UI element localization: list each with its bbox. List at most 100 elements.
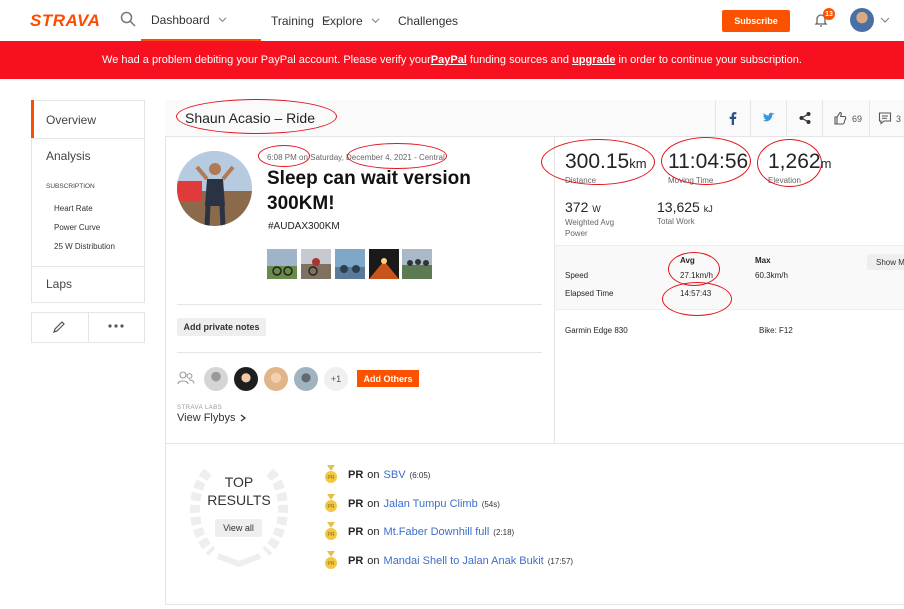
pr-on-text: on [367,498,380,510]
view-flybys-label: View Flybys [177,412,236,424]
more-options-icon[interactable] [107,322,125,330]
nav-challenges[interactable]: Challenges [398,0,458,41]
svg-text:PR: PR [328,561,335,567]
kudos-count[interactable]: 69 [852,114,862,124]
comment-count[interactable]: 3 [896,114,901,124]
twitter-icon[interactable] [762,111,776,125]
group-member-avatar[interactable] [234,367,258,391]
distance-label: Distance [565,176,597,185]
results-label: RESULTS [207,492,271,508]
chevron-down-icon [371,18,380,24]
pr-result-row: PR PR on Jalan Tumpu Climb (54s) [324,494,500,514]
sidebar-item-heart-rate[interactable]: Heart Rate [54,204,93,213]
chevron-down-icon[interactable] [880,15,890,25]
segment-time: (17:57) [547,556,574,566]
athlete-avatar[interactable] [177,151,252,226]
nav-training-label: Training [271,13,314,28]
chevron-down-icon [218,17,227,23]
search-icon[interactable] [120,11,136,27]
nav-dashboard-label: Dashboard [151,12,210,27]
subscribe-button[interactable]: Subscribe [722,10,790,32]
paypal-link[interactable]: PayPal [431,54,467,66]
activity-photo-thumbnail[interactable] [369,249,399,279]
nav-explore-label: Explore [322,13,363,28]
elevation-stat: 1,262m [768,150,831,174]
svg-text:PR: PR [328,475,335,481]
view-flybys-link[interactable]: View Flybys [177,412,247,424]
pr-medal-icon: PR [325,465,337,483]
distance-unit: km [629,156,647,171]
top-navigation: STRAVA Dashboard Training Explore Challe… [0,0,904,41]
activity-hashtag: #AUDAX300KM [268,221,340,232]
device-name: Garmin Edge 830 [565,326,628,335]
segment-link[interactable]: Jalan Tumpu Climb [384,498,478,510]
pr-label: PR [348,526,364,538]
activity-photo-thumbnail[interactable] [267,249,297,279]
segment-link[interactable]: Mandai Shell to Jalan Anak Bukit [384,555,544,567]
segment-link[interactable]: SBV [384,469,406,481]
work-unit: kJ [703,204,713,214]
activity-photo-thumbnail[interactable] [335,249,365,279]
activity-photo-thumbnail[interactable] [402,249,432,279]
activity-location: - Central [411,153,445,162]
add-others-button[interactable]: Add Others [357,370,419,387]
payment-warning-banner: We had a problem debiting your PayPal ac… [0,41,904,79]
edit-pencil-icon[interactable] [51,319,67,335]
upgrade-link[interactable]: upgrade [572,54,615,66]
power-label: Weighted Avg Power [565,218,615,238]
pr-label: PR [348,469,364,481]
nav-dashboard[interactable]: Dashboard [141,0,261,41]
group-member-avatar[interactable] [264,367,288,391]
sidebar-menu [31,100,145,303]
group-member-avatar[interactable] [294,367,318,391]
sidebar-item-analysis[interactable]: Analysis [46,149,91,163]
strava-logo[interactable]: STRAVA [30,11,100,31]
view-all-button[interactable]: View all [215,519,262,537]
comment-icon[interactable] [878,111,892,125]
pr-result-row: PR PR on SBV (6:05) [324,465,430,485]
segment-link[interactable]: Mt.Faber Downhill full [384,526,490,538]
work-value: 13,625 [657,199,700,215]
distance-value: 300.15 [565,150,630,173]
segment-time: (54s) [481,499,500,509]
pr-on-text: on [367,469,380,481]
elevation-value: 1,262 [768,150,821,173]
notification-badge: 13 [823,8,835,20]
group-people-icon [177,371,195,385]
group-member-avatar[interactable] [204,367,228,391]
speed-label: Speed [565,271,589,280]
show-more-button[interactable]: Show M [867,254,904,270]
activity-datetime: 6:08 PM on Saturday, December 4, 2021 - … [267,153,445,162]
nav-explore[interactable]: Explore [322,0,380,41]
sidebar-item-power-distribution[interactable]: 25 W Distribution [54,242,115,251]
avg-header: Avg [680,256,695,265]
sidebar-item-overview[interactable]: Overview [46,113,96,127]
banner-text: We had a problem debiting your PayPal ac… [102,54,431,66]
pr-label: PR [348,498,364,510]
kudos-thumb-icon[interactable] [833,111,847,125]
sidebar-item-power-curve[interactable]: Power Curve [54,223,100,232]
bike-name[interactable]: Bike: F12 [759,326,793,335]
work-label: Total Work [657,217,695,226]
pr-on-text: on [367,526,380,538]
pr-result-row: PR PR on Mt.Faber Downhill full (2:18) [324,522,514,542]
user-avatar[interactable] [850,8,874,32]
athlete-photo [177,151,252,226]
more-members-count[interactable]: +1 [324,367,348,391]
pr-medal-icon: PR [325,551,337,569]
share-icon[interactable] [798,111,812,125]
subscription-label: SUBSCRIPTION [46,183,95,190]
activity-time: 6:08 PM [267,153,297,162]
facebook-icon[interactable] [726,111,740,125]
max-header: Max [755,256,771,265]
active-indicator [31,100,34,138]
activity-on-text: on Saturday, [296,153,347,162]
activity-photo-thumbnail[interactable] [301,249,331,279]
sidebar-item-laps[interactable]: Laps [46,277,72,291]
pr-medal-icon: PR [325,522,337,540]
elapsed-time-label: Elapsed Time [565,289,614,298]
svg-text:PR: PR [328,504,335,510]
distance-stat: 300.15km [565,150,647,174]
add-private-notes-button[interactable]: Add private notes [177,318,266,336]
activity-date: December 4, 2021 [346,153,412,162]
